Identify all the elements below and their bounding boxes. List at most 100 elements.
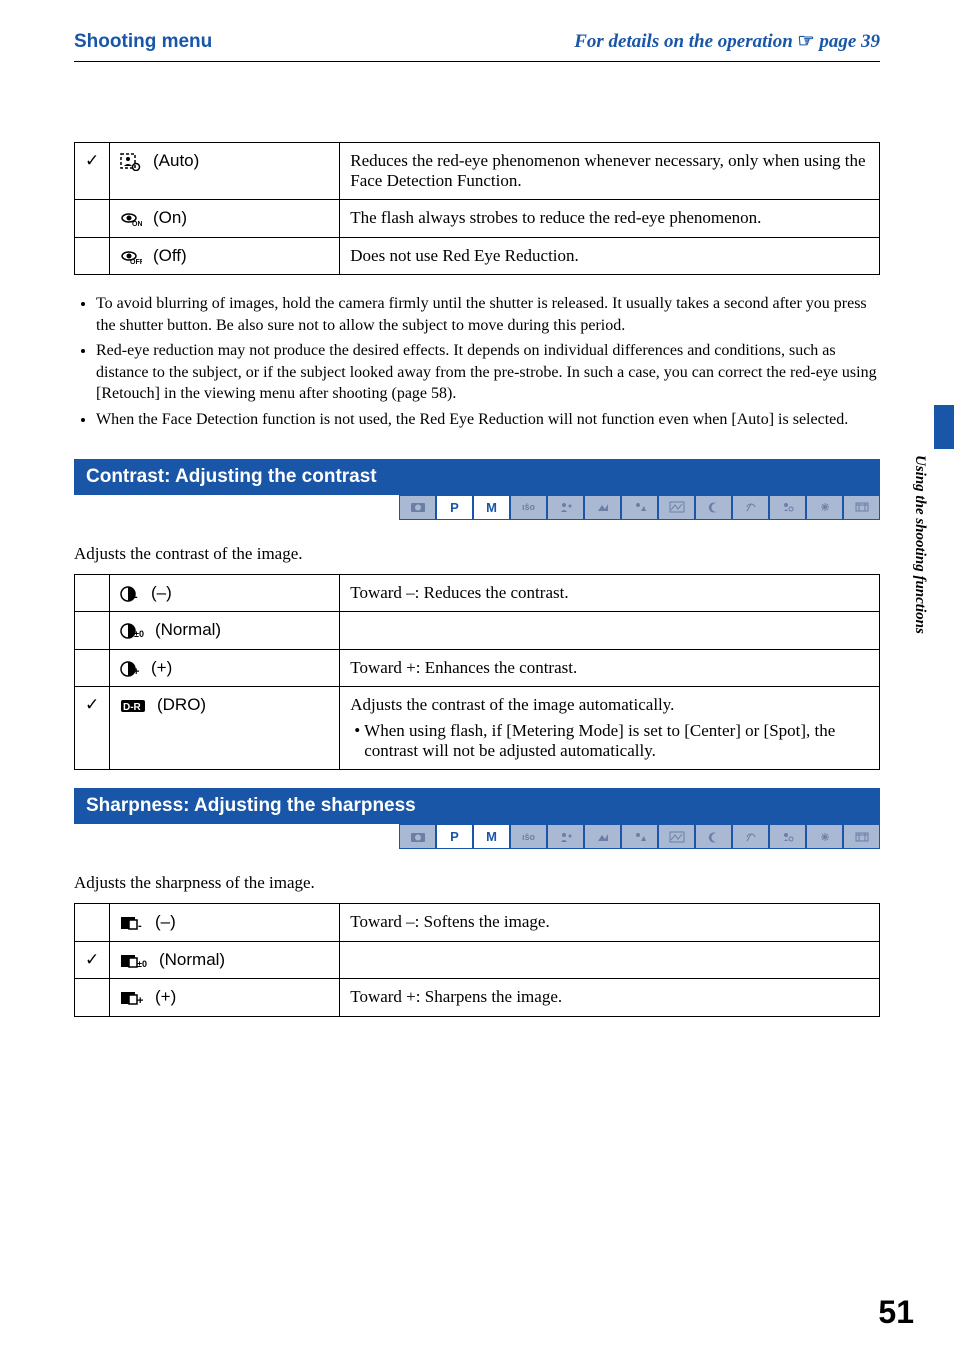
dro-icon: D-R (120, 696, 146, 716)
mode-snow-icon (769, 824, 806, 849)
option-desc-cell: Toward +: Sharpens the image. (340, 979, 880, 1017)
option-desc-cell: Does not use Red Eye Reduction. (340, 237, 880, 275)
sharpness-intro: Adjusts the sharpness of the image. (74, 873, 880, 893)
pointer-icon: ☞ (798, 30, 815, 53)
mode-fireworks-icon (806, 495, 843, 520)
sharp-normal-icon: ±0 (120, 950, 148, 970)
svg-text:-: - (138, 920, 142, 931)
table-row: - (–) Toward –: Softens the image. (75, 904, 880, 942)
mode-landscape-icon (658, 824, 695, 849)
mode-iso-icon: ıŝo (510, 824, 547, 849)
contrast-minus-icon: - (120, 583, 140, 603)
mode-night-icon (695, 495, 732, 520)
check-cell: ✓ (75, 143, 110, 200)
sharp-plus-icon: + (120, 988, 144, 1008)
svg-text:D-R: D-R (123, 702, 142, 713)
contrast-plus-icon: + (120, 658, 140, 678)
page-number: 51 (878, 1294, 914, 1331)
check-cell: ✓ (75, 941, 110, 979)
option-desc-cell: The flash always strobes to reduce the r… (340, 200, 880, 238)
table-row: ON (On) The flash always strobes to redu… (75, 200, 880, 238)
mode-strip: P M ıŝo (74, 495, 880, 520)
option-desc-cell: Toward –: Reduces the contrast. (340, 574, 880, 612)
svg-text:±0: ±0 (134, 629, 144, 639)
contrast-intro: Adjusts the contrast of the image. (74, 544, 880, 564)
check-cell (75, 200, 110, 238)
option-desc-cell: Reduces the red-eye phenomenon whenever … (340, 143, 880, 200)
mode-scene3-icon (621, 824, 658, 849)
table-row: + (+) Toward +: Sharpens the image. (75, 979, 880, 1017)
mode-m-icon: M (473, 495, 510, 520)
table-row: - (–) Toward –: Reduces the contrast. (75, 574, 880, 612)
header-rule (74, 61, 880, 62)
table-row: + (+) Toward +: Enhances the contrast. (75, 649, 880, 687)
list-item: Red-eye reduction may not produce the de… (96, 340, 880, 405)
option-name-cell: OFF (Off) (110, 237, 340, 275)
option-name-cell: - (–) (110, 904, 340, 942)
side-tab (934, 405, 954, 715)
sharpness-heading: Sharpness: Adjusting the sharpness (74, 788, 880, 824)
svg-text:ON: ON (132, 221, 142, 227)
eye-off-icon: OFF (120, 246, 142, 266)
svg-text:-: - (134, 591, 138, 602)
check-cell (75, 574, 110, 612)
mode-iso-icon: ıŝo (510, 495, 547, 520)
svg-text:OFF: OFF (130, 259, 142, 265)
option-name-cell: D-R (DRO) (110, 687, 340, 770)
mode-snow-icon (769, 495, 806, 520)
svg-text:+: + (137, 995, 143, 1006)
contrast-heading: Contrast: Adjusting the contrast (74, 459, 880, 495)
mode-beach-icon (732, 824, 769, 849)
mode-scene3-icon (621, 495, 658, 520)
contrast-options-table: - (–) Toward –: Reduces the contrast. ±0… (74, 574, 880, 771)
option-desc-cell: Toward +: Enhances the contrast. (340, 649, 880, 687)
mode-landscape-icon (658, 495, 695, 520)
mode-p-icon: P (436, 495, 473, 520)
mode-strip: P M ıŝo (74, 824, 880, 849)
check-cell (75, 237, 110, 275)
header-right: For details on the operation ☞ page 39 (574, 30, 880, 53)
mode-auto-icon (399, 824, 436, 849)
table-row: ✓ (Auto) Reduces the red-eye phenomenon … (75, 143, 880, 200)
mode-scene1-icon (547, 495, 584, 520)
list-item: When the Face Detection function is not … (96, 409, 880, 431)
sharpness-options-table: - (–) Toward –: Softens the image. ✓ ±0 … (74, 903, 880, 1017)
mode-movie-icon (843, 824, 880, 849)
table-row: ✓ ±0 (Normal) (75, 941, 880, 979)
svg-text:±0: ±0 (137, 959, 147, 969)
mode-scene2-icon (584, 824, 621, 849)
mode-auto-icon (399, 495, 436, 520)
table-row: ✓ D-R (DRO) Adjusts the contrast of the … (75, 687, 880, 770)
option-name-cell: ON (On) (110, 200, 340, 238)
mode-movie-icon (843, 495, 880, 520)
check-cell (75, 979, 110, 1017)
mode-fireworks-icon (806, 824, 843, 849)
svg-text:+: + (133, 666, 139, 677)
option-name-cell: - (–) (110, 574, 340, 612)
option-desc-cell (340, 612, 880, 650)
check-cell (75, 612, 110, 650)
mode-scene2-icon (584, 495, 621, 520)
mode-night-icon (695, 824, 732, 849)
redeye-notes: To avoid blurring of images, hold the ca… (74, 293, 880, 431)
mode-p-icon: P (436, 824, 473, 849)
option-name-cell: (Auto) (110, 143, 340, 200)
option-desc-cell (340, 941, 880, 979)
page-header: Shooting menu For details on the operati… (74, 30, 880, 53)
face-auto-icon (120, 152, 142, 172)
check-cell (75, 904, 110, 942)
redeye-options-table: ✓ (Auto) Reduces the red-eye phenomenon … (74, 142, 880, 275)
sharp-minus-icon: - (120, 913, 144, 933)
contrast-normal-icon: ±0 (120, 621, 144, 641)
eye-on-icon: ON (120, 209, 142, 229)
option-name-cell: + (+) (110, 979, 340, 1017)
side-section-label: Using the shooting functions (911, 455, 928, 634)
check-cell (75, 649, 110, 687)
mode-m-icon: M (473, 824, 510, 849)
option-desc-cell: Adjusts the contrast of the image automa… (340, 687, 880, 770)
option-desc-cell: Toward –: Softens the image. (340, 904, 880, 942)
sub-note: • When using flash, if [Metering Mode] i… (350, 721, 869, 761)
mode-scene1-icon (547, 824, 584, 849)
option-name-cell: ±0 (Normal) (110, 941, 340, 979)
list-item: To avoid blurring of images, hold the ca… (96, 293, 880, 336)
